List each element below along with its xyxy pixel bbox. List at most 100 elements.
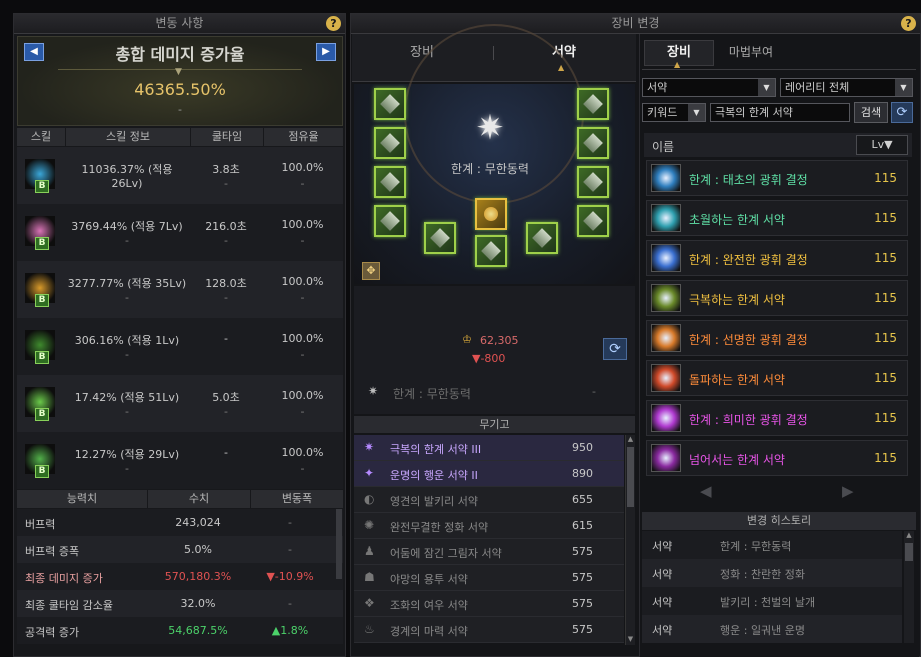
- help-icon[interactable]: ?: [326, 16, 341, 31]
- oath-slot[interactable]: [577, 205, 609, 237]
- skill-cooldown: 128.0초: [205, 277, 247, 290]
- inventory-row[interactable]: ✷ 극복의 한계 서약 III 950: [354, 435, 624, 461]
- item-list-header: 이름 Lv▼: [644, 133, 912, 157]
- inventory-row[interactable]: ✺ 완전무결한 정화 서약 615: [354, 513, 624, 539]
- list-prev-icon[interactable]: ◀: [700, 482, 712, 500]
- list-next-icon[interactable]: ▶: [842, 482, 854, 500]
- help-icon[interactable]: ?: [901, 16, 916, 31]
- rarity-select[interactable]: 레어리티 전체 ▼: [780, 78, 913, 97]
- scroll-up-icon[interactable]: ▲: [904, 531, 914, 541]
- stat-value: 570,180.3%: [164, 570, 232, 583]
- banner-title: 총합 데미지 증가율: [115, 45, 245, 64]
- item-level: 115: [874, 251, 897, 265]
- oath-slot[interactable]: [577, 88, 609, 120]
- scroll-thumb[interactable]: [905, 543, 913, 561]
- item-col-lv[interactable]: Lv▼: [856, 135, 908, 155]
- scroll-up-icon[interactable]: ▲: [626, 435, 635, 445]
- inventory-item-icon: ♟: [364, 544, 375, 558]
- inventory-scrollbar[interactable]: ▲ ▼: [625, 435, 635, 645]
- item-level: 115: [874, 451, 897, 465]
- item-row[interactable]: 한계 : 선명한 광휘 결정 115: [646, 320, 908, 356]
- inventory-row[interactable]: ◐ 영견의 발키리 서약 655: [354, 487, 624, 513]
- history-title: 변경 히스토리: [746, 514, 812, 527]
- item-row[interactable]: 넘어서는 한계 서약 115: [646, 440, 908, 476]
- item-level: 115: [874, 211, 897, 225]
- item-row[interactable]: 돌파하는 한계 서약 115: [646, 360, 908, 396]
- stat-change: -: [288, 597, 292, 610]
- buff-badge-icon: B: [35, 294, 49, 307]
- stat-scrollbar[interactable]: [336, 509, 342, 579]
- skill-row[interactable]: B 12.27% (적용 29Lv) - -100.0% -: [17, 432, 343, 489]
- skill-list: B 11036.37% (적용 26Lv) -3.8초 -100.0% - B 3769.4…: [17, 147, 343, 489]
- stat-change: ▼-10.9%: [266, 570, 314, 583]
- scroll-down-icon[interactable]: ▼: [626, 635, 635, 645]
- stat-header-change: 변동폭: [251, 490, 343, 508]
- item-level: 115: [874, 371, 897, 385]
- item-level: 115: [874, 331, 897, 345]
- history-list: 서약 한계 : 무한동력 서약 정화 : 찬란한 정화 서약 발키리 : 천벌의 날개 서약…: [642, 531, 902, 643]
- right-tab-enchant[interactable]: 마법부여: [716, 40, 786, 66]
- oath-slot[interactable]: [577, 166, 609, 198]
- banner-chevron-icon: ▼: [175, 67, 182, 77]
- inventory-row[interactable]: ♨ 경계의 마력 서약 575: [354, 617, 624, 643]
- history-row[interactable]: 서약 발키리 : 천벌의 날개: [642, 587, 902, 615]
- reset-button[interactable]: ⟳: [891, 102, 913, 123]
- settings-small-icon[interactable]: ✥: [362, 262, 380, 280]
- rarity-select-value: 레어리티 전체: [785, 81, 850, 94]
- oath-slot[interactable]: [424, 222, 456, 254]
- oath-slot[interactable]: [526, 222, 558, 254]
- history-name: 정화 : 찬란한 정화: [720, 568, 806, 581]
- skill-row[interactable]: B 306.16% (적용 1Lv) - -100.0% -: [17, 318, 343, 375]
- skill-row[interactable]: B 17.42% (적용 51Lv) -5.0초 -100.0% -: [17, 375, 343, 432]
- inventory-item-name: 극복의 한계 서약 III: [390, 443, 482, 456]
- keyword-select-value: 키워드: [647, 106, 678, 119]
- item-row[interactable]: 한계 : 태초의 광휘 결정 115: [646, 160, 908, 196]
- refresh-button[interactable]: ⟳: [603, 338, 627, 360]
- inventory-item-name: 조화의 여우 서약: [390, 599, 468, 612]
- item-row[interactable]: 한계 : 희미한 광휘 결정 115: [646, 400, 908, 436]
- inventory-row[interactable]: ✦ 운명의 행운 서약 II 890: [354, 461, 624, 487]
- stat-change: -: [288, 543, 292, 556]
- category-select[interactable]: 서약 ▼: [642, 78, 776, 97]
- oath-slot[interactable]: [475, 235, 507, 267]
- skill-row[interactable]: B 3277.77% (적용 35Lv) -128.0초 -100.0% -: [17, 261, 343, 318]
- skill-row[interactable]: B 11036.37% (적용 26Lv) -3.8초 -100.0% -: [17, 147, 343, 204]
- oath-slot[interactable]: [374, 127, 406, 159]
- history-row[interactable]: 서약 한계 : 무한동력: [642, 531, 902, 559]
- stat-header-value: 수치: [148, 490, 250, 508]
- item-col-name[interactable]: 이름: [652, 138, 674, 155]
- item-row[interactable]: 극복하는 한계 서약 115: [646, 280, 908, 316]
- stat-value: 243,024: [175, 516, 221, 529]
- oath-slot[interactable]: [374, 88, 406, 120]
- skill-info: 3277.77% (적용 35Lv): [67, 277, 187, 290]
- inventory-row[interactable]: ♟ 어둠에 잠긴 그림자 서약 575: [354, 539, 624, 565]
- history-row[interactable]: 서약 정화 : 찬란한 정화: [642, 559, 902, 587]
- skill-table-header: 스킬 스킬 정보 쿨타임 점유율: [17, 128, 343, 146]
- skill-cooldown: 216.0초: [205, 220, 247, 233]
- oath-slot[interactable]: [374, 166, 406, 198]
- history-scrollbar[interactable]: ▲: [904, 531, 914, 643]
- skill-cooldown-sub: -: [224, 234, 228, 247]
- inventory-item-icon: ❖: [364, 596, 375, 610]
- item-row[interactable]: 한계 : 완전한 광휘 결정 115: [646, 240, 908, 276]
- stat-name: 버프력: [25, 518, 56, 531]
- item-icon: [651, 324, 681, 352]
- keyword-select[interactable]: 키워드 ▼: [642, 103, 706, 122]
- item-name: 한계 : 선명한 광휘 결정: [689, 333, 808, 347]
- inventory-item-name: 경계의 마력 서약: [390, 625, 468, 638]
- oath-slot-center[interactable]: [475, 198, 507, 230]
- skill-row[interactable]: B 3769.44% (적용 7Lv) -216.0초 -100.0% -: [17, 204, 343, 261]
- inventory-row[interactable]: ❖ 조화의 여우 서약 575: [354, 591, 624, 617]
- inventory-item-value: 950: [572, 441, 593, 454]
- search-button[interactable]: 검색: [854, 102, 888, 123]
- skill-info: 306.16% (적용 1Lv): [74, 334, 180, 347]
- inventory-row[interactable]: ☗ 야망의 용투 서약 575: [354, 565, 624, 591]
- inventory-item-value: 655: [572, 493, 593, 506]
- stat-value: 54,687.5%: [168, 624, 228, 637]
- history-row[interactable]: 서약 행운 : 일궈낸 운명: [642, 615, 902, 643]
- oath-slot[interactable]: [374, 205, 406, 237]
- item-row[interactable]: 초월하는 한계 서약 115: [646, 200, 908, 236]
- search-input[interactable]: 극복의 한계 서약: [710, 103, 850, 122]
- scroll-thumb[interactable]: [627, 447, 634, 507]
- oath-slot[interactable]: [577, 127, 609, 159]
